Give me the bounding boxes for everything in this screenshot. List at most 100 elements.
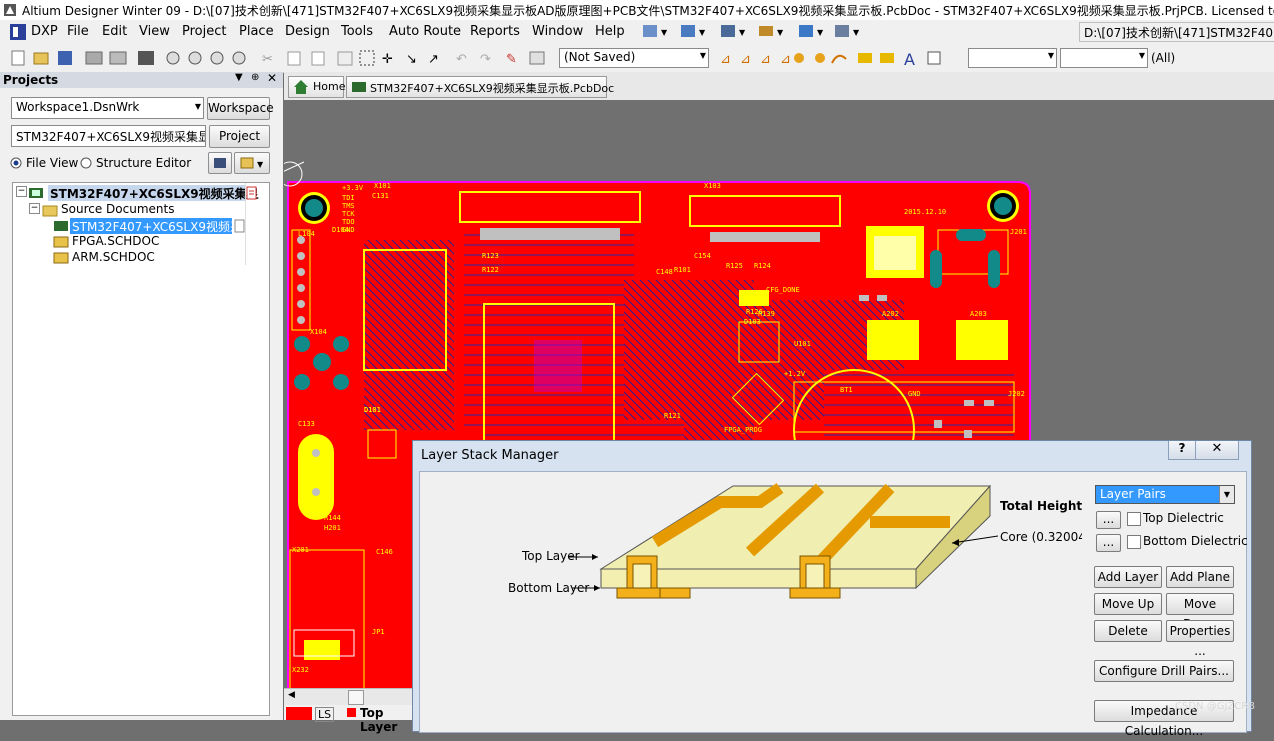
menu-view[interactable]: View [139, 24, 170, 39]
delete-button[interactable]: Delete [1094, 620, 1162, 642]
scroll-left-arrow[interactable]: ◀ [288, 690, 295, 700]
pcb-label: C146 [376, 548, 393, 556]
add-layer-button[interactable]: Add Layer [1094, 566, 1162, 588]
tree-file-row-fpga[interactable]: FPGA.SCHDOC [53, 234, 253, 250]
panel-tool-button-2[interactable]: ▼ [234, 152, 270, 174]
tree-project-label[interactable]: STM32F407+XC6SLX9视频采集显 [48, 185, 259, 201]
move-up-button[interactable]: Move Up [1094, 593, 1162, 615]
properties-button[interactable]: Properties ... [1166, 620, 1234, 658]
pcb-label: C133 [298, 420, 315, 428]
pcb-label: R139 [758, 310, 775, 318]
menu-help[interactable]: Help [595, 24, 625, 39]
standard-toolbar-icons[interactable]: ✂ ✛ ↘ ↗ ↶ ↷ ✎ [8, 49, 548, 67]
top-dielectric-properties-button[interactable]: ... [1096, 511, 1121, 529]
pcb-label: H201 [324, 524, 341, 532]
menu-dxp[interactable]: DXP [31, 24, 58, 39]
collapse-toggle[interactable]: − [29, 203, 40, 214]
tree-project-row[interactable]: − STM32F407+XC6SLX9视频采集显 [16, 185, 266, 201]
file-view-label: File View [26, 156, 79, 170]
menu-design[interactable]: Design [285, 24, 330, 39]
menu-window[interactable]: Window [532, 24, 583, 39]
workspace-select[interactable]: Workspace1.DsnWrk ▼ [11, 97, 204, 119]
close-icon[interactable]: ✕ [267, 71, 277, 85]
filter-all-label[interactable]: (All) [1151, 51, 1175, 65]
pcb-label: TDI [342, 194, 355, 202]
altium-app-icon [4, 4, 16, 16]
menu-project[interactable]: Project [182, 24, 226, 39]
panel-menu-icon[interactable]: ▼ [235, 72, 243, 83]
svg-text:↶: ↶ [456, 52, 467, 67]
svg-text:✛: ✛ [382, 52, 393, 67]
tree-file-label[interactable]: FPGA.SCHDOC [72, 234, 159, 248]
workspace-button[interactable]: Workspace [207, 97, 274, 120]
menu-file[interactable]: File [67, 24, 89, 39]
bottom-layer-label: Bottom Layer [508, 581, 590, 595]
not-saved-select[interactable]: (Not Saved) ▼ [559, 48, 709, 68]
pcb-label: TMS [342, 202, 355, 210]
pcb-label: J201 [1010, 228, 1027, 236]
pcb-label: D101 [364, 406, 381, 414]
pcb-label: U101 [794, 340, 811, 348]
pcb-label: GND [342, 226, 355, 234]
configure-drill-pairs-button[interactable]: Configure Drill Pairs... [1094, 660, 1234, 682]
pcb-toolbar-icons[interactable]: ▼ ▼ ▼ ▼ ▼ ▼ [643, 23, 1073, 41]
pcb-place-toolbar-icons[interactable]: ⊿ ⊿ ⊿ ⊿ A [718, 49, 948, 67]
tree-file-label[interactable]: STM32F407+XC6SLX9视频采集 [70, 218, 232, 234]
pcb-document-icon [54, 221, 68, 231]
collapse-toggle[interactable]: − [16, 186, 27, 197]
pcb-label: 2015.12.10 [904, 208, 947, 216]
svg-text:▼: ▼ [853, 28, 860, 37]
main-toolbar: ✂ ✛ ↘ ↗ ↶ ↷ ✎ (Not Saved) ▼ ⊿ ⊿ ⊿ ⊿ A ▼ ▼… [0, 44, 1274, 73]
help-button[interactable]: ? [1168, 441, 1196, 460]
menu-auto-route[interactable]: Auto Route [389, 24, 461, 39]
pin-icon[interactable]: ⊕ [251, 72, 259, 83]
scroll-area: ◀ LS Top Layer [284, 688, 414, 734]
core-label: Core (0.32004mm [1000, 530, 1082, 544]
projects-panel-title: Projects [3, 73, 59, 87]
svg-text:↗: ↗ [428, 52, 439, 67]
tab-home[interactable]: Home [288, 76, 345, 98]
document-modified-icon [246, 186, 257, 200]
menu-tools[interactable]: Tools [341, 24, 373, 39]
file-view-radio[interactable] [10, 157, 22, 169]
bottom-dielectric-checkbox[interactable] [1127, 535, 1141, 549]
project-field[interactable]: STM32F407+XC6SLX9视频采集显示板 [11, 125, 206, 147]
svg-text:⊿: ⊿ [740, 52, 751, 67]
svg-text:✂: ✂ [262, 52, 273, 67]
filter-select-1[interactable]: ▼ [968, 48, 1057, 68]
pcb-label: C131 [372, 192, 389, 200]
dialog-close-button[interactable]: ✕ [1195, 441, 1239, 460]
svg-text:▼: ▼ [699, 28, 706, 37]
scroll-thumb[interactable] [348, 690, 364, 705]
horizontal-scrollbar[interactable]: ◀ [284, 688, 414, 705]
tree-file-row-pcb[interactable]: STM32F407+XC6SLX9视频采集 [53, 218, 267, 234]
tab-pcb-document[interactable]: STM32F407+XC6SLX9视频采集显示板.PcbDoc [346, 76, 614, 98]
top-layer-tab[interactable]: Top Layer [360, 706, 414, 734]
menu-place[interactable]: Place [239, 24, 274, 39]
tree-file-label[interactable]: ARM.SCHDOC [72, 250, 155, 264]
menu-edit[interactable]: Edit [102, 24, 127, 39]
total-height-label: Total Height (0 [1000, 499, 1082, 513]
window-title: Altium Designer Winter 09 - D:\[07]技术创新\… [22, 4, 1274, 18]
panel-tool-button-1[interactable] [208, 152, 232, 174]
svg-text:▼: ▼ [739, 28, 746, 37]
bottom-dielectric-properties-button[interactable]: ... [1096, 534, 1121, 552]
path-field[interactable]: D:\[07]技术创新\[471]STM32F40 [1079, 22, 1274, 42]
tree-folder-row[interactable]: − Source Documents [29, 202, 259, 218]
pcb-label: TDO [342, 218, 355, 226]
filter-select-2[interactable]: ▼ [1060, 48, 1148, 68]
pcb-label: A203 [970, 310, 987, 318]
pcb-label: FPGA_PROG [724, 426, 762, 434]
project-button[interactable]: Project [209, 125, 270, 148]
top-dielectric-checkbox[interactable] [1127, 512, 1141, 526]
menu-reports[interactable]: Reports [470, 24, 520, 39]
add-plane-button[interactable]: Add Plane [1166, 566, 1234, 588]
tree-file-row-arm[interactable]: ARM.SCHDOC [53, 250, 253, 266]
move-down-button[interactable]: Move Down [1166, 593, 1234, 631]
layer-pairs-select[interactable]: Layer Pairs ▼ [1095, 485, 1235, 504]
tree-column-divider [245, 183, 246, 265]
structure-editor-radio[interactable] [80, 157, 92, 169]
document-options-icon: ▼ [240, 157, 264, 169]
pcb-label: R121 [664, 412, 681, 420]
svg-text:▼: ▼ [257, 160, 264, 169]
